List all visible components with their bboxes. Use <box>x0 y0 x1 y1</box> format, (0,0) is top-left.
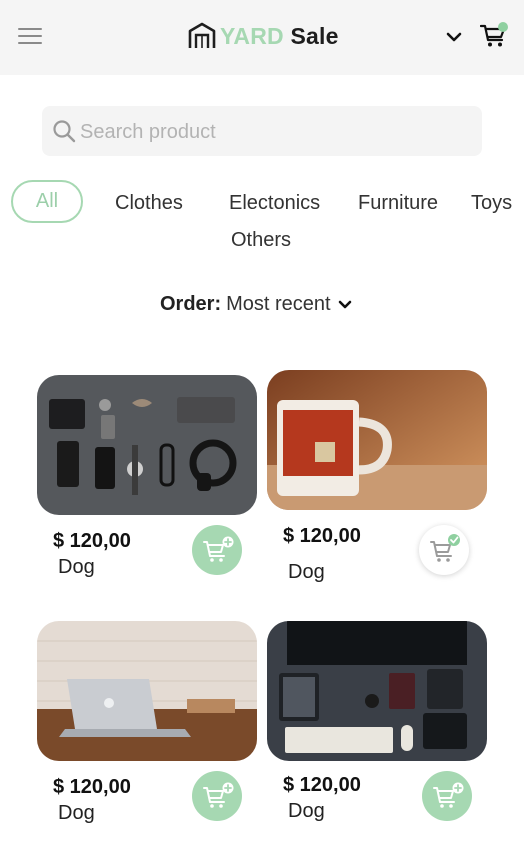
category-all[interactable]: All <box>11 180 83 223</box>
product-photo-accessories <box>37 375 257 515</box>
product-photo-desk-setup <box>267 621 487 761</box>
product-image[interactable] <box>37 621 257 761</box>
category-furniture[interactable]: Furniture <box>358 192 438 215</box>
cart-badge-dot <box>498 22 508 32</box>
product-image[interactable] <box>37 375 257 515</box>
product-photo-mug <box>267 370 487 510</box>
search-icon <box>53 120 76 143</box>
product-name: Dog <box>58 556 95 578</box>
app-logo[interactable]: YARD Sale <box>188 20 339 52</box>
product-price: $ 120,00 <box>283 525 361 547</box>
product-price: $ 120,00 <box>53 530 131 552</box>
category-others[interactable]: Others <box>231 229 291 252</box>
add-to-cart-button[interactable] <box>192 771 242 821</box>
category-toys[interactable]: Toys <box>471 192 512 215</box>
product-name: Dog <box>288 561 325 583</box>
logo-text: YARD Sale <box>220 23 339 50</box>
order-label: Order: <box>160 293 222 315</box>
search-bar[interactable] <box>42 106 482 158</box>
app-header: YARD Sale <box>0 0 524 75</box>
product-name: Dog <box>58 802 95 824</box>
cart-plus-icon <box>203 536 234 562</box>
chevron-down-icon[interactable] <box>445 28 463 46</box>
product-image[interactable] <box>267 370 487 510</box>
logo-text-dark: Sale <box>290 22 339 49</box>
cart-plus-icon <box>433 782 464 808</box>
cart-check-icon <box>430 534 460 562</box>
add-to-cart-button[interactable] <box>192 525 242 575</box>
hamburger-icon[interactable] <box>18 26 42 46</box>
chevron-down-icon <box>338 300 351 308</box>
order-value: Most recent <box>226 293 331 315</box>
add-to-cart-button[interactable] <box>422 771 472 821</box>
category-clothes[interactable]: Clothes <box>115 192 183 215</box>
logo-text-accent: YARD <box>220 22 284 49</box>
cart-plus-icon <box>203 782 234 808</box>
in-cart-button[interactable] <box>419 525 469 575</box>
order-selector[interactable]: Order: Most recent <box>160 293 353 316</box>
house-logo-icon <box>188 22 216 48</box>
product-photo-laptop <box>37 621 257 761</box>
product-price: $ 120,00 <box>283 774 361 796</box>
product-name: Dog <box>288 800 325 822</box>
product-price: $ 120,00 <box>53 776 131 798</box>
search-input[interactable] <box>78 106 472 158</box>
product-image[interactable] <box>267 621 487 761</box>
category-electronics[interactable]: Electonics <box>229 192 320 215</box>
